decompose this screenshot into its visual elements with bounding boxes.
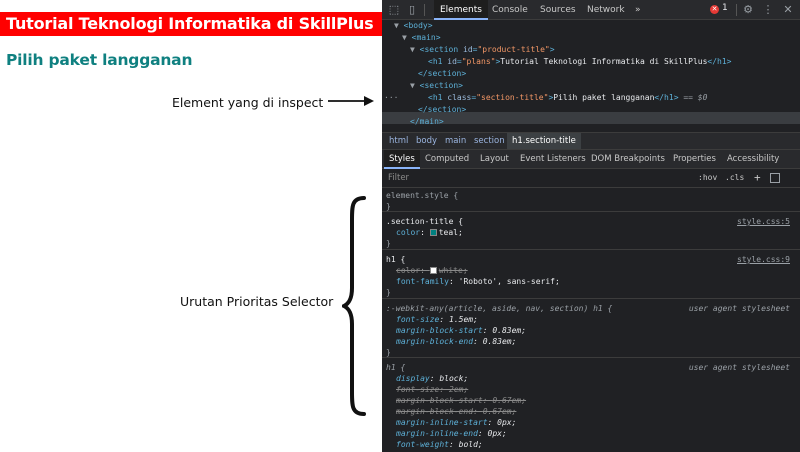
rule-element-style: element.style { } <box>382 188 800 212</box>
error-count: 1 <box>722 3 728 13</box>
dom-node-section-close[interactable]: </section> <box>418 68 466 80</box>
declaration-font-weight[interactable]: font-weight: bold; <box>396 439 483 450</box>
rule-source-link[interactable]: style.css:9 <box>737 254 790 265</box>
tab-console[interactable]: Console <box>486 0 534 20</box>
rendered-page: Tutorial Teknologi Informatika di SkillP… <box>0 0 382 452</box>
tab-event-listeners[interactable]: Event Listeners <box>515 150 591 169</box>
tab-accessibility[interactable]: Accessibility <box>722 150 784 169</box>
tab-sources[interactable]: Sources <box>534 0 582 20</box>
rule-selector[interactable]: :-webkit-any(article, aside, nav, sectio… <box>386 303 612 314</box>
dom-node-main-close[interactable]: </main> <box>410 116 444 128</box>
page-title: Tutorial Teknologi Informatika di SkillP… <box>0 12 382 36</box>
dom-node-body[interactable]: ▼ <body> <box>394 20 433 32</box>
rule-webkit-any-h1: :-webkit-any(article, aside, nav, sectio… <box>382 300 800 358</box>
breadcrumb-item-h1[interactable]: h1.section-title <box>507 133 581 149</box>
curly-brace-icon <box>342 196 366 416</box>
color-swatch-icon[interactable] <box>429 267 437 274</box>
dom-node-section-product-title[interactable]: ▼ <section id="product-title"> <box>410 44 555 56</box>
rule-selector[interactable]: element.style { <box>386 190 458 201</box>
declaration-margin-block-start[interactable]: margin-block-start: 0.83em; <box>396 325 526 336</box>
settings-icon[interactable]: ⚙ <box>741 3 755 17</box>
devtools-toolbar: ⬚ ▯ Elements Console Sources Network » ✕… <box>382 0 800 20</box>
dom-node-section-close[interactable]: </section> <box>418 104 466 116</box>
rule-close: } <box>386 202 391 211</box>
rule-source-link[interactable]: style.css:5 <box>737 216 790 227</box>
inspect-icon[interactable]: ⬚ <box>387 3 401 17</box>
rule-selector[interactable]: h1 { <box>386 254 405 265</box>
rule-section-title: .section-title { style.css:5 color: teal… <box>382 213 800 250</box>
toolbar-divider <box>424 4 425 16</box>
filter-input[interactable]: Filter <box>388 173 409 183</box>
hover-state-toggle[interactable]: :hov <box>698 173 717 182</box>
declaration-display[interactable]: display: block; <box>396 373 468 384</box>
dom-tree: ▼ <body> ▼ <main> ▼ <section id="product… <box>382 20 800 132</box>
breadcrumb: html body main section h1.section-title <box>382 132 800 150</box>
annotation-selector-priority: Urutan Prioritas Selector <box>180 294 334 309</box>
arrow-right-icon <box>328 96 374 106</box>
declaration-font-size[interactable]: font-size: 1.5em; <box>396 314 478 325</box>
dom-node-h1-plans[interactable]: <h1 id="plans">Tutorial Teknologi Inform… <box>428 56 731 68</box>
styles-pane: element.style { } .section-title { style… <box>382 188 800 452</box>
declaration-font-family[interactable]: font-family: 'Roboto', sans-serif; <box>396 276 560 287</box>
rule-h1-author: h1 { style.css:9 color: white; font-fami… <box>382 251 800 299</box>
new-rule-button[interactable]: + <box>754 171 761 184</box>
color-swatch-icon[interactable] <box>429 229 437 236</box>
declaration-margin-inline-start[interactable]: margin-inline-start: 0px; <box>396 417 516 428</box>
declaration-margin-block-start-overridden[interactable]: margin-block-start: 0.67em; <box>396 395 526 406</box>
more-icon[interactable]: ⋮ <box>761 3 775 17</box>
declaration-margin-block-end[interactable]: margin-block-end: 0.83em; <box>396 336 516 347</box>
computed-sidebar-icon[interactable] <box>770 173 780 183</box>
declaration-font-size-overridden[interactable]: font-size: 2em; <box>396 384 468 395</box>
tab-elements[interactable]: Elements <box>434 0 488 20</box>
tab-dom-breakpoints[interactable]: DOM Breakpoints <box>586 150 670 169</box>
dom-ellipsis-icon[interactable]: ··· <box>384 92 398 104</box>
breadcrumb-item-body[interactable]: body <box>411 133 442 149</box>
rule-selector[interactable]: .section-title { <box>386 216 463 227</box>
tab-styles[interactable]: Styles <box>384 150 420 169</box>
styles-filter-bar: Filter :hov .cls + <box>382 169 800 188</box>
tab-network[interactable]: Network <box>581 0 631 20</box>
section-title[interactable]: Pilih paket langganan <box>6 51 192 69</box>
styles-subtabs: Styles Computed Layout Event Listeners D… <box>382 150 800 169</box>
rule-source-label: user agent stylesheet <box>688 304 790 313</box>
error-icon[interactable]: ✕ <box>710 5 719 14</box>
rule-close: } <box>386 348 391 357</box>
declaration-color-overridden[interactable]: color: white; <box>396 265 468 276</box>
declaration-color[interactable]: color: teal; <box>396 227 463 238</box>
tab-layout[interactable]: Layout <box>475 150 514 169</box>
rule-selector[interactable]: h1 { <box>386 362 405 373</box>
dom-node-main[interactable]: ▼ <main> <box>402 32 441 44</box>
annotation-inspected-element: Element yang di inspect <box>172 95 324 110</box>
toolbar-divider <box>736 4 737 16</box>
breadcrumb-item-section[interactable]: section <box>469 133 510 149</box>
devtools-panel: ⬚ ▯ Elements Console Sources Network » ✕… <box>382 0 800 452</box>
breadcrumb-item-main[interactable]: main <box>440 133 471 149</box>
dom-node-h1-selected[interactable]: <h1 class="section-title">Pilih paket la… <box>428 92 707 104</box>
class-toggle[interactable]: .cls <box>725 173 744 182</box>
more-tabs-button[interactable]: » <box>629 0 647 20</box>
tab-properties[interactable]: Properties <box>668 150 721 169</box>
declaration-margin-inline-end[interactable]: margin-inline-end: 0px; <box>396 428 507 439</box>
breadcrumb-item-html[interactable]: html <box>384 133 413 149</box>
close-icon[interactable]: ✕ <box>781 3 795 17</box>
rule-close: } <box>386 288 391 297</box>
tab-computed[interactable]: Computed <box>420 150 474 169</box>
device-toolbar-icon[interactable]: ▯ <box>405 3 419 17</box>
dom-node-section[interactable]: ▼ <section> <box>410 80 463 92</box>
declaration-margin-block-end-overridden[interactable]: margin-block-end: 0.67em; <box>396 406 516 417</box>
rule-source-label: user agent stylesheet <box>688 363 790 372</box>
rule-h1-user-agent: h1 { user agent stylesheet display: bloc… <box>382 359 800 452</box>
rule-close: } <box>386 239 391 248</box>
